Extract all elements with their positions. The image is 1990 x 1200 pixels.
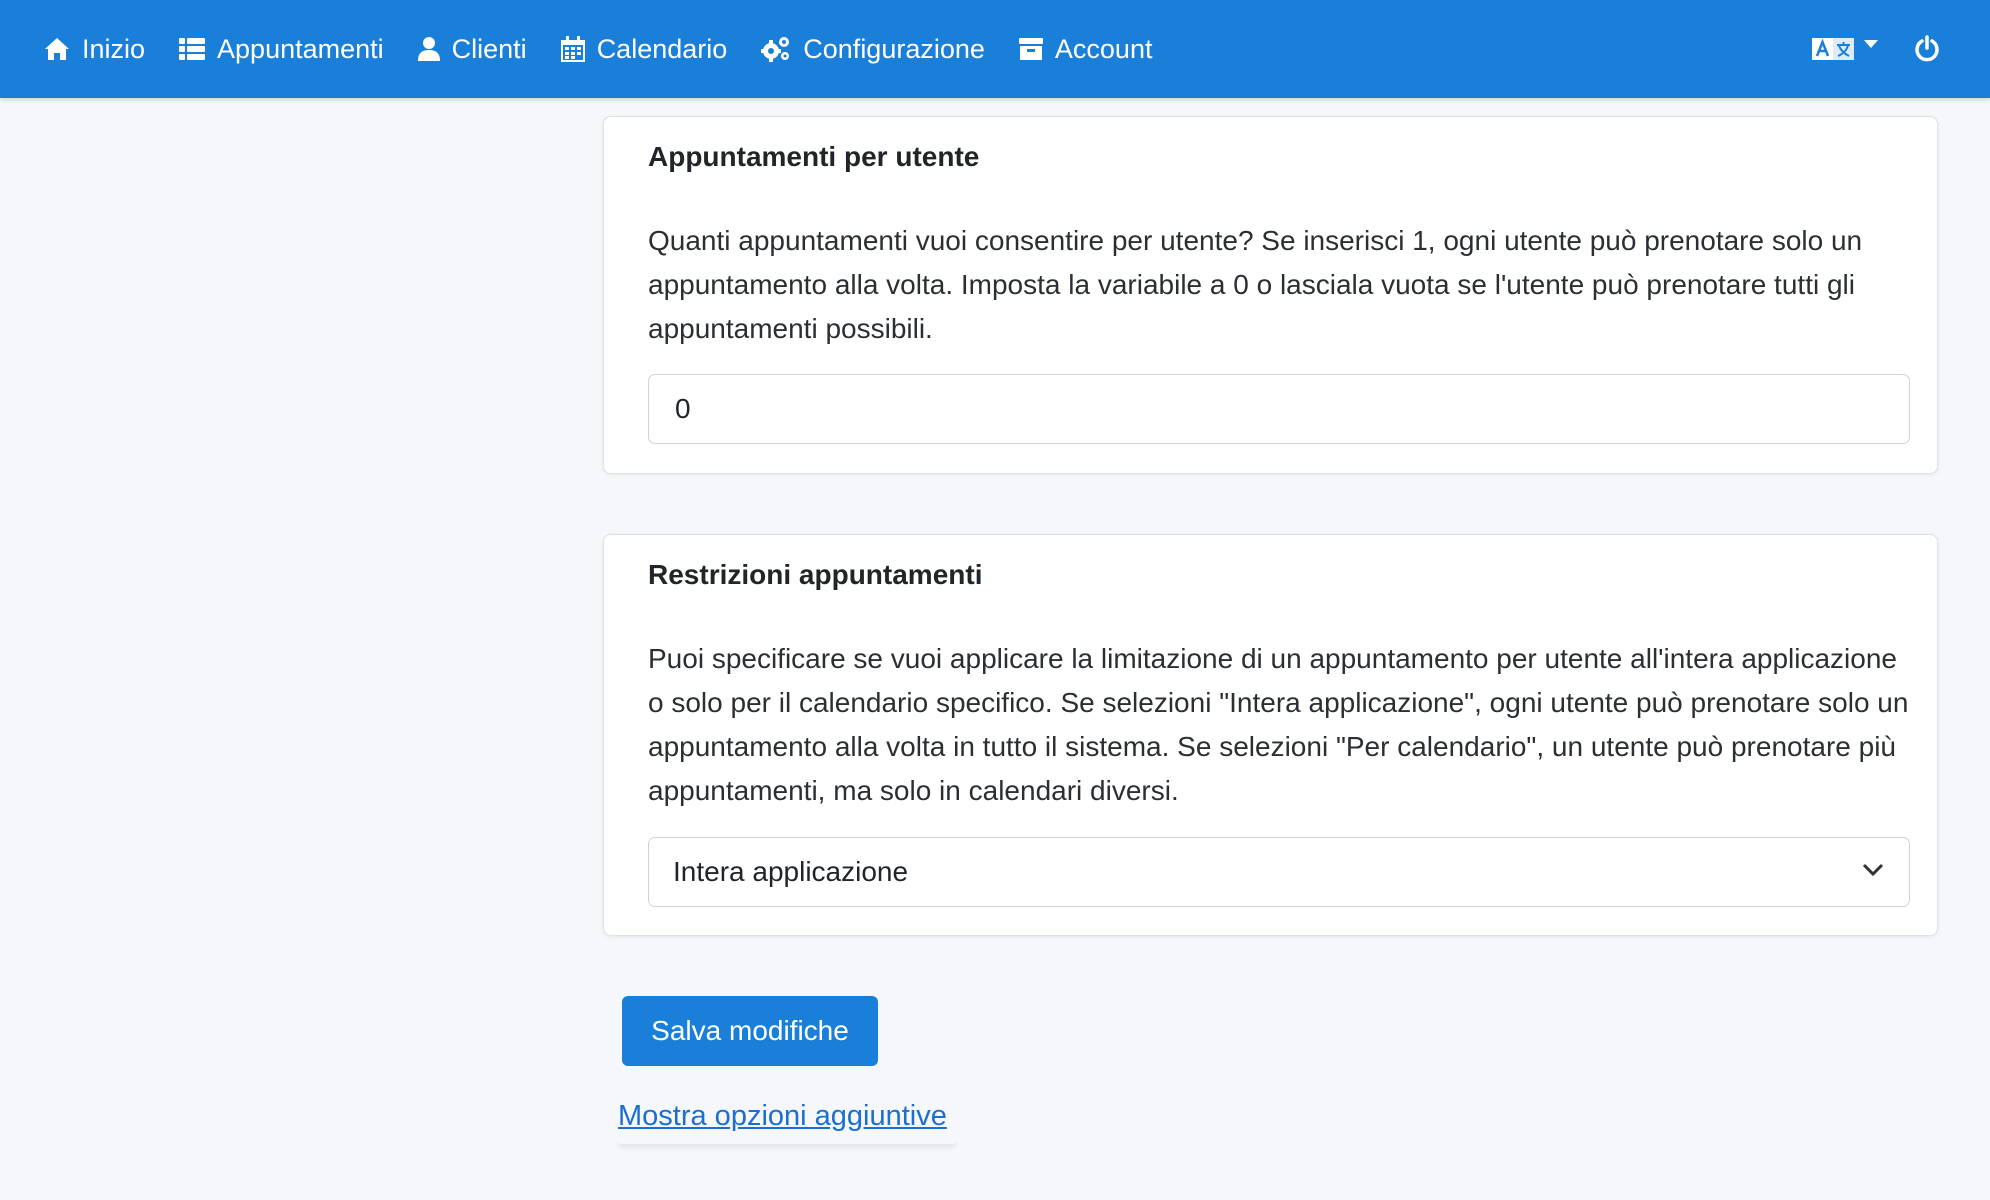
nav-menu: Inizio Appuntamenti Clienti Calendario C…: [0, 0, 1186, 98]
nav-item-appuntamenti[interactable]: Appuntamenti: [179, 0, 384, 98]
home-icon: [45, 38, 69, 60]
appointments-per-user-card: Appuntamenti per utente Quanti appuntame…: [603, 116, 1938, 474]
nav-item-configurazione[interactable]: Configurazione: [761, 0, 985, 98]
nav-item-clienti[interactable]: Clienti: [417, 0, 527, 98]
appointments-per-user-input[interactable]: 0: [648, 374, 1910, 444]
calendar-icon: [560, 36, 585, 62]
list-icon: [179, 38, 206, 60]
nav-item-inizio[interactable]: Inizio: [44, 0, 145, 98]
gears-icon: [761, 37, 790, 62]
select-value: Intera applicazione: [673, 856, 909, 887]
appointment-restrictions-select[interactable]: Intera applicazione: [648, 837, 1910, 907]
nav-item-label: Configurazione: [803, 33, 985, 64]
nav-item-account[interactable]: Account: [1018, 0, 1153, 98]
language-selector[interactable]: [1812, 36, 1878, 62]
top-navbar: Inizio Appuntamenti Clienti Calendario C…: [0, 0, 1990, 98]
card-description: Puoi specificare se vuoi applicare la li…: [648, 643, 1909, 806]
link-shadow: [618, 1136, 956, 1144]
chevron-down-icon: [1862, 863, 1884, 877]
card-title: Appuntamenti per utente: [648, 141, 980, 172]
chevron-down-icon: [1864, 40, 1878, 48]
power-icon: [1915, 35, 1939, 62]
language-icon: [1812, 38, 1854, 60]
nav-item-label: Inizio: [82, 33, 146, 64]
appointment-restrictions-card: Restrizioni appuntamenti Puoi specificar…: [603, 534, 1938, 936]
save-button[interactable]: Salva modifiche: [622, 996, 878, 1066]
nav-item-label: Clienti: [451, 33, 527, 64]
user-icon: [417, 37, 440, 61]
archive-icon: [1018, 38, 1043, 60]
nav-right-actions: [1812, 0, 1940, 98]
show-more-options-link[interactable]: Mostra opzioni aggiuntive: [618, 1100, 947, 1133]
logout-button[interactable]: [1914, 35, 1940, 63]
card-title: Restrizioni appuntamenti: [648, 559, 983, 590]
nav-item-label: Account: [1054, 33, 1153, 64]
card-description: Quanti appuntamenti vuoi consentire per …: [648, 225, 1863, 344]
nav-item-label: Calendario: [596, 33, 728, 64]
nav-item-calendario[interactable]: Calendario: [560, 0, 728, 98]
nav-item-label: Appuntamenti: [217, 33, 384, 64]
